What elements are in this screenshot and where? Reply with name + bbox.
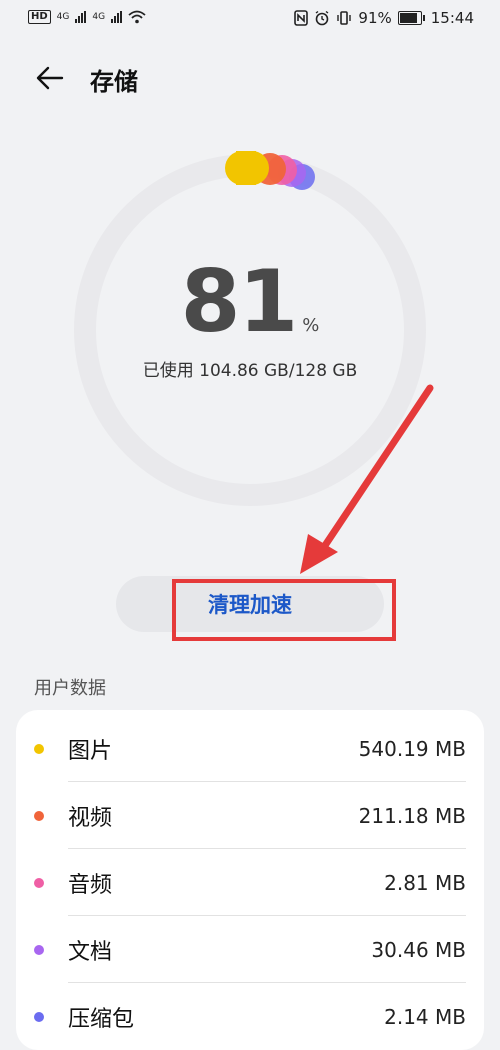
item-name: 视频 xyxy=(68,805,113,831)
storage-ring: 81% 已使用 104.86 GB/128 GB xyxy=(70,150,430,510)
item-size: 30.46 MB xyxy=(371,937,466,962)
user-data-card: 图片 540.19 MB 视频 211.18 MB 音频 2.81 MB 文档 … xyxy=(16,710,484,1050)
header: 存储 xyxy=(0,50,500,110)
ring-segments xyxy=(225,151,315,190)
usage-detail: 已使用 104.86 GB/128 GB xyxy=(142,361,358,381)
item-name: 图片 xyxy=(68,738,113,764)
item-name: 文档 xyxy=(68,939,113,965)
item-name: 压缩包 xyxy=(68,1006,135,1032)
list-item-images[interactable]: 图片 540.19 MB xyxy=(16,715,484,782)
item-size: 2.81 MB xyxy=(384,870,466,895)
clock: 15:44 xyxy=(430,9,474,27)
item-size: 211.18 MB xyxy=(358,803,466,828)
list-item-videos[interactable]: 视频 211.18 MB xyxy=(16,782,484,849)
nfc-icon xyxy=(294,10,309,26)
status-left: HD 4G 4G xyxy=(28,10,146,24)
battery-percent: 91% xyxy=(358,9,392,27)
wifi-icon xyxy=(128,10,146,24)
usage-percent-value: 81 xyxy=(180,252,299,352)
color-dot xyxy=(34,1011,44,1022)
item-size: 540.19 MB xyxy=(358,736,466,761)
clean-speedup-button[interactable]: 清理加速 xyxy=(116,576,384,632)
list-item-documents[interactable]: 文档 30.46 MB xyxy=(16,916,484,983)
item-name: 音频 xyxy=(68,872,113,898)
color-dot xyxy=(34,944,44,955)
user-data-label: 用户数据 xyxy=(34,678,106,699)
vibrate-icon xyxy=(337,11,352,25)
battery-icon xyxy=(397,11,425,25)
hd-icon: HD xyxy=(28,10,51,24)
signal-icon-2 xyxy=(111,11,123,23)
usage-percent-sign: % xyxy=(302,315,320,336)
arrow-left-icon[interactable] xyxy=(34,62,66,94)
status-right: 91% 15:44 xyxy=(294,9,474,27)
color-dot xyxy=(34,877,44,888)
color-dot xyxy=(34,743,44,754)
page-title: 存储 xyxy=(90,68,138,96)
item-size: 2.14 MB xyxy=(384,1004,466,1029)
list-item-archives[interactable]: 压缩包 2.14 MB xyxy=(16,983,484,1050)
color-dot xyxy=(34,810,44,821)
sim1-label: 4G xyxy=(56,12,70,22)
status-bar: HD 4G 4G 91% 15:44 xyxy=(0,0,500,40)
usage-percent: 81% xyxy=(70,252,430,352)
signal-icon xyxy=(75,11,87,23)
alarm-icon xyxy=(316,10,329,26)
list-item-audio[interactable]: 音频 2.81 MB xyxy=(16,849,484,916)
sim2-label: 4G xyxy=(92,12,106,22)
